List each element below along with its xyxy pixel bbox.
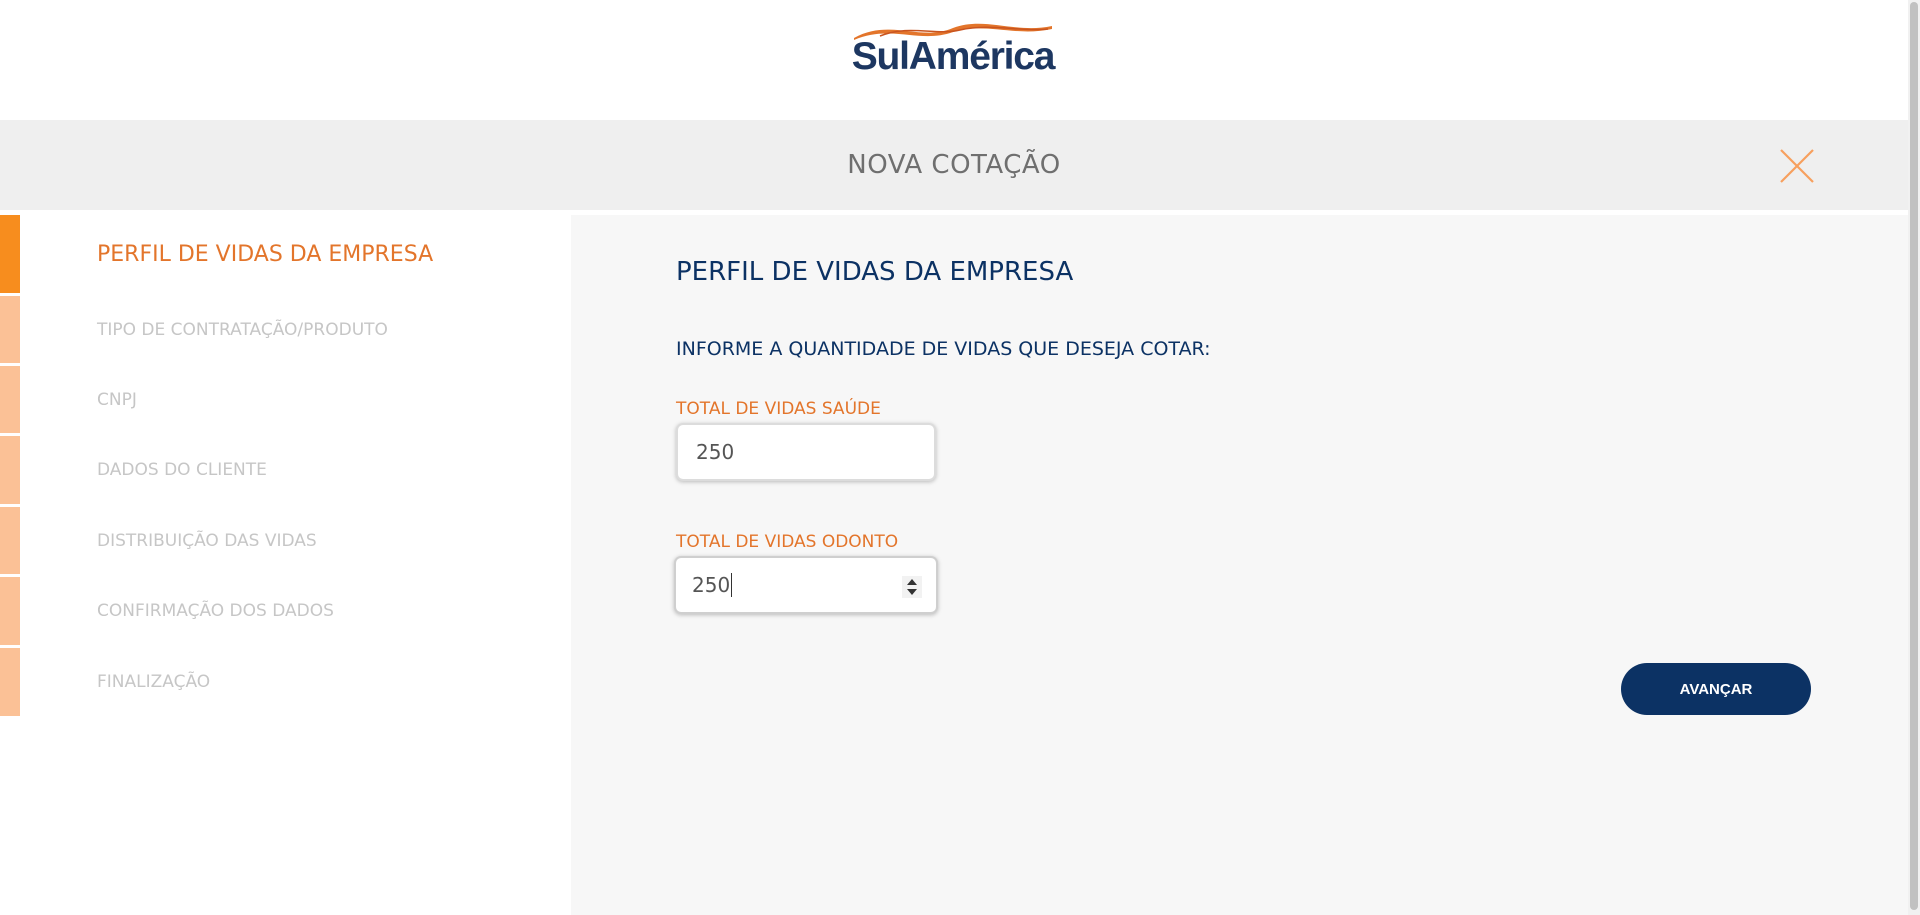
step-indicator xyxy=(0,507,20,574)
step-label: TIPO DE CONTRATAÇÃO/PRODUTO xyxy=(97,319,388,340)
page-title: NOVA COTAÇÃO xyxy=(847,150,1061,180)
step-label: CONFIRMAÇÃO DOS DADOS xyxy=(97,601,334,621)
step-label: FINALIZAÇÃO xyxy=(97,672,211,692)
form-instruction: INFORME A QUANTIDADE DE VIDAS QUE DESEJA… xyxy=(676,338,1211,360)
step-label: PERFIL DE VIDAS DA EMPRESA xyxy=(97,241,434,267)
step-distribuicao-vidas[interactable]: DISTRIBUIÇÃO DAS VIDAS xyxy=(0,507,571,574)
odonto-input-value: 250 xyxy=(692,573,731,597)
text-caret xyxy=(731,573,733,597)
step-indicator xyxy=(0,366,20,433)
step-perfil-vidas[interactable]: PERFIL DE VIDAS DA EMPRESA xyxy=(0,215,571,293)
step-indicator xyxy=(0,436,20,504)
step-tipo-contratacao[interactable]: TIPO DE CONTRATAÇÃO/PRODUTO xyxy=(0,296,571,363)
next-button[interactable]: AVANÇAR xyxy=(1621,663,1811,715)
step-indicator xyxy=(0,296,20,363)
step-indicator xyxy=(0,577,20,645)
step-finalizacao[interactable]: FINALIZAÇÃO xyxy=(0,648,571,716)
logo-wordmark: SulAmérica xyxy=(851,35,1056,78)
odonto-label: TOTAL DE VIDAS ODONTO xyxy=(676,532,899,552)
form-panel: PERFIL DE VIDAS DA EMPRESA INFORME A QUA… xyxy=(571,215,1908,915)
scrollbar-thumb[interactable] xyxy=(1910,2,1918,910)
form-title: PERFIL DE VIDAS DA EMPRESA xyxy=(676,257,1074,287)
saude-input[interactable]: 250 xyxy=(676,423,936,481)
close-icon[interactable] xyxy=(1778,147,1816,185)
step-confirmacao-dados[interactable]: CONFIRMAÇÃO DOS DADOS xyxy=(0,577,571,645)
step-indicator xyxy=(0,648,20,716)
saude-input-value: 250 xyxy=(696,440,735,464)
page-scrollbar[interactable] xyxy=(1908,0,1920,915)
saude-label: TOTAL DE VIDAS SAÚDE xyxy=(676,399,881,419)
sulamerica-logo: SulAmérica xyxy=(850,20,1056,80)
step-label: DISTRIBUIÇÃO DAS VIDAS xyxy=(97,530,317,551)
step-dados-cliente[interactable]: DADOS DO CLIENTE xyxy=(0,436,571,504)
odonto-input[interactable]: 250 xyxy=(674,556,938,614)
step-label: CNPJ xyxy=(97,389,137,410)
step-cnpj[interactable]: CNPJ xyxy=(0,366,571,433)
steps-sidebar: PERFIL DE VIDAS DA EMPRESA TIPO DE CONTR… xyxy=(0,215,571,915)
step-label: DADOS DO CLIENTE xyxy=(97,460,267,480)
modal-header: NOVA COTAÇÃO xyxy=(0,120,1908,210)
number-spinner-icon[interactable] xyxy=(902,576,922,598)
step-indicator xyxy=(0,215,20,293)
page: SulAmérica NOVA COTAÇÃO PERFIL DE VIDAS … xyxy=(0,0,1908,915)
